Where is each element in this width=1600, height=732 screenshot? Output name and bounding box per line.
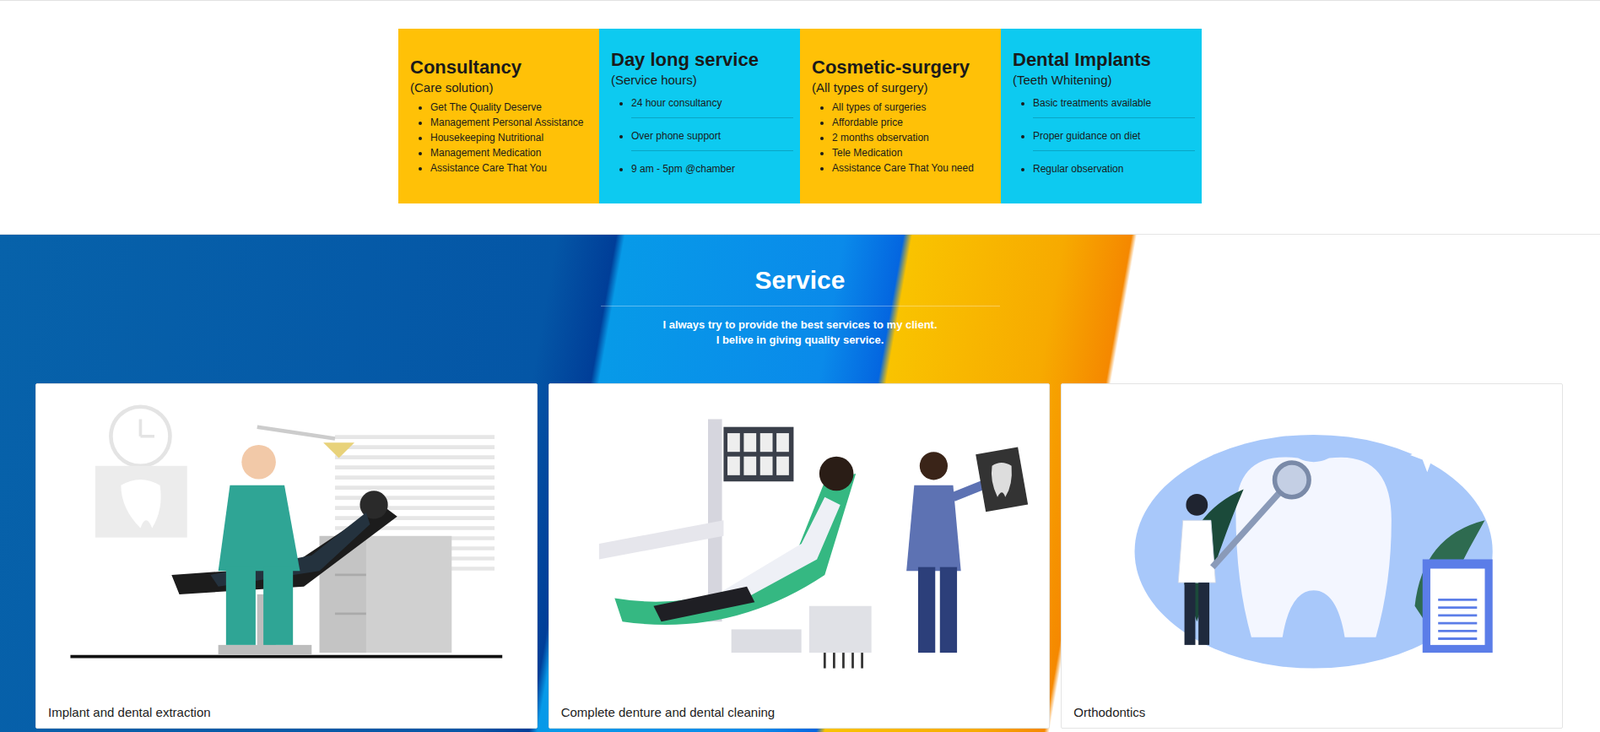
feature-subtitle: (Service hours) <box>610 72 794 87</box>
feature-list: Get The Quality DeserveManagement Person… <box>410 99 593 176</box>
feature-list: Basic treatments available Proper guidanc… <box>1012 91 1195 184</box>
feature-item: Proper guidance on diet <box>1032 124 1195 152</box>
service-image <box>36 383 537 698</box>
feature-item: 24 hour consultancy <box>631 91 794 119</box>
feature-list: 24 hour consultancy Over phone support 9 a… <box>610 91 794 184</box>
page: Consultancy(Care solution) Get The Qualit… <box>0 0 1600 732</box>
service-intro-line: I always try to provide the best service… <box>0 317 1600 333</box>
feature-title: Dental Implants <box>1012 48 1195 71</box>
service-image <box>1061 383 1563 698</box>
feature-item: Regular observation <box>1032 157 1195 184</box>
dentist-treating-patient-icon <box>54 399 519 688</box>
feature-title: Consultancy <box>410 56 593 79</box>
feature-item: Management Personal Assistance <box>430 114 593 130</box>
service-caption: Complete denture and dental cleaning <box>549 697 1050 728</box>
feature-item: Over phone support <box>631 124 794 152</box>
service-card[interactable]: Complete denture and dental cleaning <box>548 383 1051 729</box>
service-image <box>549 383 1050 698</box>
service-caption: Implant and dental extraction <box>36 697 537 728</box>
feature-subtitle: (Teeth Whitening) <box>1012 72 1195 87</box>
feature-item: Affordable price <box>832 114 995 130</box>
features-section: Consultancy(Care solution) Get The Qualit… <box>0 0 1600 235</box>
feature-card: Day long service(Service hours) 24 hour c… <box>599 28 800 204</box>
tooth-care-dentist-icon <box>1080 399 1544 688</box>
service-card[interactable]: Orthodontics <box>1060 383 1563 729</box>
service-divider <box>600 305 1000 307</box>
feature-subtitle: (All types of surgery) <box>811 80 995 95</box>
service-section: Service I always try to provide the best … <box>0 234 1600 732</box>
feature-card: Cosmetic-surgery(All types of surgery) Al… <box>800 28 1001 204</box>
service-cards: Implant and dental extraction Complete de… <box>0 383 1600 729</box>
feature-item: Assistance Care That You <box>430 160 593 176</box>
feature-item: Management Medication <box>430 145 593 161</box>
feature-item: Tele Medication <box>832 145 995 161</box>
feature-item: 9 am - 5pm @chamber <box>631 157 794 184</box>
dental-chair-xray-icon <box>567 399 1032 688</box>
feature-card: Consultancy(Care solution) Get The Qualit… <box>398 28 600 204</box>
feature-item: Basic treatments available <box>1032 91 1195 119</box>
service-intro: I always try to provide the best service… <box>0 317 1600 348</box>
feature-row: Consultancy(Care solution) Get The Qualit… <box>0 28 1600 204</box>
service-intro-line: I belive in giving quality service. <box>0 332 1600 348</box>
feature-item: Assistance Care That You need <box>832 160 995 176</box>
feature-subtitle: (Care solution) <box>410 80 593 95</box>
feature-item: Housekeeping Nutritional <box>430 129 593 146</box>
feature-list: All types of surgeriesAffordable price2 … <box>811 99 995 176</box>
service-caption: Orthodontics <box>1061 697 1563 728</box>
feature-card: Dental Implants(Teeth Whitening) Basic tr… <box>1000 28 1202 204</box>
feature-item: 2 months observation <box>832 129 995 146</box>
service-title: Service <box>0 264 1600 296</box>
feature-title: Cosmetic-surgery <box>811 56 995 79</box>
feature-item: All types of surgeries <box>832 99 995 115</box>
service-card[interactable]: Implant and dental extraction <box>35 383 538 729</box>
feature-item: Get The Quality Deserve <box>430 99 593 115</box>
feature-title: Day long service <box>610 48 794 71</box>
